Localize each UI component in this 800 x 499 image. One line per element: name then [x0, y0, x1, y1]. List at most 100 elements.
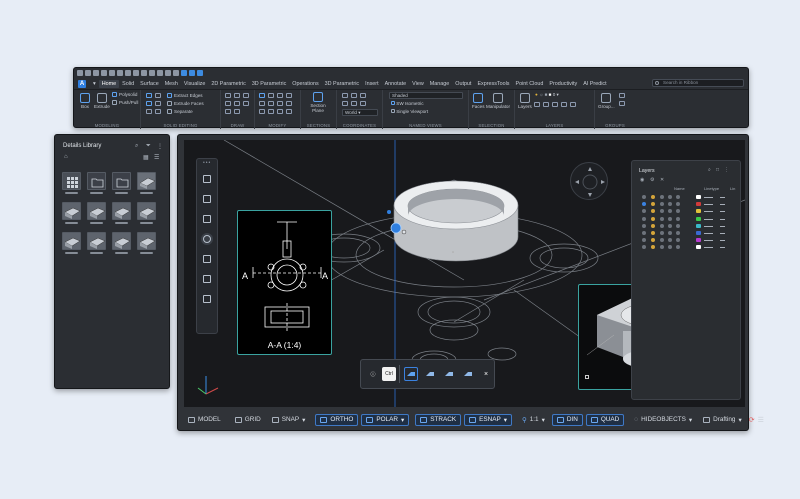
- ucs-world-icon[interactable]: [360, 93, 366, 98]
- layer-color-swatch[interactable]: [696, 223, 701, 228]
- layer-state-icon[interactable]: [668, 202, 672, 207]
- copy-icon[interactable]: [259, 101, 265, 106]
- sync-icon[interactable]: [189, 70, 195, 76]
- layer-state-icon[interactable]: [676, 223, 680, 228]
- layer-state-icon[interactable]: [676, 195, 680, 199]
- mirror-icon[interactable]: [268, 101, 274, 106]
- extract-edges-button[interactable]: Extract Edges: [167, 93, 203, 98]
- library-item[interactable]: [62, 232, 81, 254]
- layer-state-icon[interactable]: ◉: [640, 177, 644, 183]
- layer-current-icon[interactable]: [543, 102, 549, 107]
- layer-row[interactable]: [638, 208, 738, 214]
- home-icon[interactable]: ⌂: [64, 154, 68, 160]
- layer-isolate-icon[interactable]: [570, 102, 576, 107]
- layer-color-swatch[interactable]: [696, 245, 701, 250]
- explode-icon[interactable]: [286, 101, 292, 106]
- cloud-icon[interactable]: [181, 70, 187, 76]
- tool-cloud[interactable]: [201, 293, 213, 305]
- tool-settings[interactable]: [201, 173, 213, 185]
- ortho-toggle[interactable]: ORTHO: [315, 413, 359, 426]
- workspace-icon[interactable]: [197, 70, 203, 76]
- layer-state-icon[interactable]: [668, 245, 672, 250]
- union-icon[interactable]: [146, 93, 152, 98]
- layer-state-icon[interactable]: [642, 202, 646, 207]
- print-icon[interactable]: [109, 70, 115, 76]
- layer-state-icon[interactable]: [642, 238, 646, 243]
- tab-expresstools[interactable]: ExpressTools: [474, 80, 512, 88]
- layer-state-icon[interactable]: [676, 231, 680, 235]
- extrude-faces-button[interactable]: Extrude Faces: [167, 101, 204, 106]
- line-icon[interactable]: [225, 93, 231, 98]
- layer-state-icon[interactable]: [642, 216, 646, 221]
- close-icon[interactable]: ×: [479, 367, 493, 381]
- navigation-wheel[interactable]: [570, 162, 608, 200]
- tab-view[interactable]: View: [409, 80, 427, 88]
- thicken-icon[interactable]: [155, 109, 161, 114]
- slice-icon[interactable]: [155, 101, 161, 106]
- visual-style-dropdown[interactable]: Shaded: [389, 92, 463, 99]
- layer-row[interactable]: [638, 230, 738, 236]
- tool-trophy[interactable]: [201, 273, 213, 285]
- panel-title-solid-editing[interactable]: SOLID EDITING: [141, 123, 220, 128]
- tab-point-cloud[interactable]: Point Cloud: [513, 80, 547, 88]
- properties-icon[interactable]: [141, 70, 147, 76]
- model-viewport[interactable]: ••• A A A-A (1:4) Layers ⌕ □ ⋮ ◉ ⚙ ✕ Nam…: [184, 140, 745, 407]
- tab-ai-predict[interactable]: AI Predict: [580, 80, 609, 88]
- strack-toggle[interactable]: STRACK: [415, 413, 462, 426]
- layer-state-icon[interactable]: [660, 238, 664, 243]
- layer-state-icon[interactable]: [660, 216, 664, 221]
- rotate-icon[interactable]: [268, 93, 274, 98]
- layer-state-icon[interactable]: [651, 223, 655, 228]
- layer-delete-icon[interactable]: ✕: [660, 177, 664, 183]
- layer-color-swatch[interactable]: [696, 209, 701, 214]
- library-item[interactable]: [112, 232, 131, 254]
- tab-surface[interactable]: Surface: [137, 80, 162, 88]
- layer-dropdown[interactable]: ● ☼ ■ ■ 0 ▾: [533, 92, 591, 99]
- app-logo[interactable]: A: [78, 79, 86, 88]
- tab-visualize[interactable]: Visualize: [181, 80, 208, 88]
- circle-icon[interactable]: [243, 93, 249, 98]
- search-icon[interactable]: ⌕: [708, 167, 711, 173]
- layer-state-icon[interactable]: [651, 231, 655, 235]
- model-toggle[interactable]: MODEL: [184, 414, 225, 426]
- notification-icon[interactable]: ⟳: [749, 416, 755, 424]
- tab-mesh[interactable]: Mesh: [162, 80, 181, 88]
- hideobjects-toggle[interactable]: ◌ HIDEOBJECTS ▾: [630, 414, 696, 426]
- library-item[interactable]: [112, 202, 131, 224]
- layer-color-swatch[interactable]: [696, 195, 701, 199]
- tab-app-menu[interactable]: ▾: [90, 80, 99, 88]
- panel-title-sections[interactable]: SECTIONS: [301, 123, 336, 128]
- layer-state-icon[interactable]: [660, 195, 664, 199]
- layer-state-icon[interactable]: [651, 195, 655, 199]
- layer-state-icon[interactable]: [660, 245, 664, 250]
- ellipse-icon[interactable]: [234, 109, 240, 114]
- layer-state-icon[interactable]: [668, 238, 672, 243]
- snap-toggle[interactable]: SNAP ▾: [268, 414, 310, 426]
- tool-target[interactable]: [201, 233, 213, 245]
- stretch-icon[interactable]: [259, 109, 265, 114]
- layer-row[interactable]: [638, 244, 738, 250]
- grid-toggle[interactable]: GRID: [231, 414, 265, 426]
- tab-3d-parametric-2[interactable]: 3D Parametric: [322, 80, 362, 88]
- layers-button[interactable]: Layers: [518, 93, 532, 109]
- ucs-y-icon[interactable]: [351, 101, 357, 106]
- layer-filter-icon[interactable]: ⚙: [650, 177, 654, 183]
- layer-state-icon[interactable]: [668, 231, 672, 235]
- esnap-toggle[interactable]: ESNAP ▾: [464, 413, 513, 426]
- panel-title-modify[interactable]: MODIFY: [255, 123, 300, 128]
- tab-manage[interactable]: Manage: [427, 80, 452, 88]
- list-view-icon[interactable]: ☰: [154, 154, 159, 161]
- group-button[interactable]: Group...: [598, 93, 615, 109]
- library-item[interactable]: [87, 202, 106, 224]
- layer-match-icon[interactable]: [534, 102, 540, 107]
- panel-title-draw[interactable]: DRAW: [221, 123, 254, 128]
- section-plane-button[interactable]: Section Plane: [305, 92, 331, 113]
- polysolid-button[interactable]: Polysolid: [112, 92, 137, 97]
- grid-view-icon[interactable]: ▦: [143, 154, 149, 161]
- tab-solid[interactable]: Solid: [119, 80, 137, 88]
- layer-icon[interactable]: [149, 70, 155, 76]
- annotation-scale[interactable]: ⚲ 1:1 ▾: [518, 414, 549, 426]
- viewport-dropdown[interactable]: Single Viewport: [389, 109, 463, 116]
- layer-state-icon[interactable]: [668, 223, 672, 228]
- library-item[interactable]: [137, 172, 156, 194]
